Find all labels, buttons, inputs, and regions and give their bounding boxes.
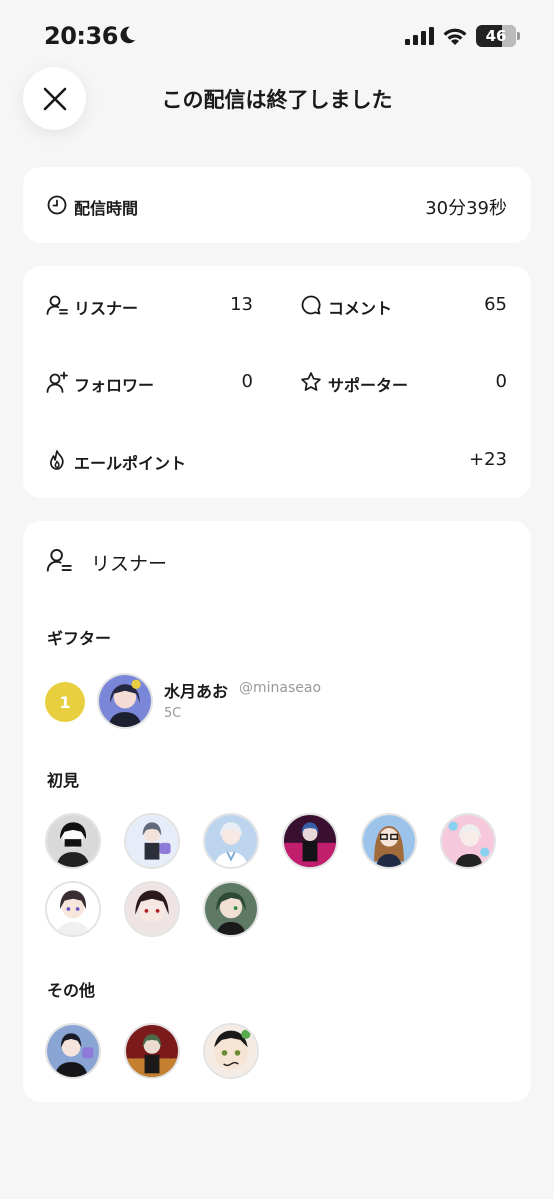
avatar[interactable] — [203, 881, 259, 937]
duration-card: 配信時間 30分39秒 — [23, 167, 531, 243]
supporters-label: サポーター — [328, 376, 409, 395]
listeners-value: 13 — [230, 294, 253, 315]
avatar[interactable] — [124, 881, 180, 937]
gifter-name: 水月あお — [164, 682, 229, 701]
avatar[interactable] — [45, 1023, 101, 1079]
star-icon — [301, 372, 321, 391]
battery-level: 46 — [485, 27, 507, 45]
rank-badge: 1 — [45, 682, 85, 722]
signal-icon — [405, 27, 434, 45]
speech-bubble-icon — [301, 295, 321, 315]
avatar[interactable] — [97, 673, 153, 729]
avatar[interactable] — [361, 813, 417, 869]
duration-label: 配信時間 — [74, 199, 139, 218]
person-list-icon — [46, 295, 68, 315]
avatar[interactable] — [440, 813, 496, 869]
listeners-section-title: リスナー — [91, 553, 168, 575]
person-list-icon — [46, 549, 72, 572]
battery-indicator: 46 — [476, 25, 516, 47]
first-time-title: 初見 — [47, 771, 80, 790]
avatar[interactable] — [203, 813, 259, 869]
comments-label: コメント — [328, 299, 393, 318]
page-title: この配信は終了しました — [161, 88, 393, 112]
moon-icon — [120, 26, 136, 44]
avatar[interactable] — [45, 813, 101, 869]
cheer-points-value: +23 — [469, 449, 507, 470]
others-title: その他 — [47, 981, 96, 1000]
duration-value: 30分39秒 — [425, 198, 507, 219]
stats-card: リスナー 13 コメント 65 フォロワー 0 サポーター 0 エールポイント … — [23, 266, 531, 498]
clock-icon — [47, 195, 67, 215]
status-bar: 20:36 46 — [0, 0, 554, 70]
battery-tip — [517, 32, 520, 40]
gifter-amount: 5C — [164, 706, 182, 721]
followers-label: フォロワー — [74, 376, 155, 395]
avatar[interactable] — [203, 1023, 259, 1079]
flame-icon — [50, 450, 64, 470]
supporters-value: 0 — [495, 371, 507, 392]
gifters-title: ギフター — [47, 629, 112, 648]
avatar[interactable] — [282, 813, 338, 869]
person-add-icon — [46, 371, 68, 393]
listeners-card: リスナー ギフター 1 水月あお @minaseao 5C 初見 その他 — [23, 521, 531, 1102]
status-time: 20:36 — [44, 22, 118, 50]
avatar[interactable] — [45, 881, 101, 937]
cheer-points-label: エールポイント — [74, 454, 187, 473]
wifi-icon — [443, 28, 467, 45]
listeners-label: リスナー — [74, 299, 139, 318]
avatar[interactable] — [124, 1023, 180, 1079]
gifter-handle: @minaseao — [239, 680, 322, 696]
avatar[interactable] — [124, 813, 180, 869]
comments-value: 65 — [484, 294, 507, 315]
followers-value: 0 — [241, 371, 253, 392]
